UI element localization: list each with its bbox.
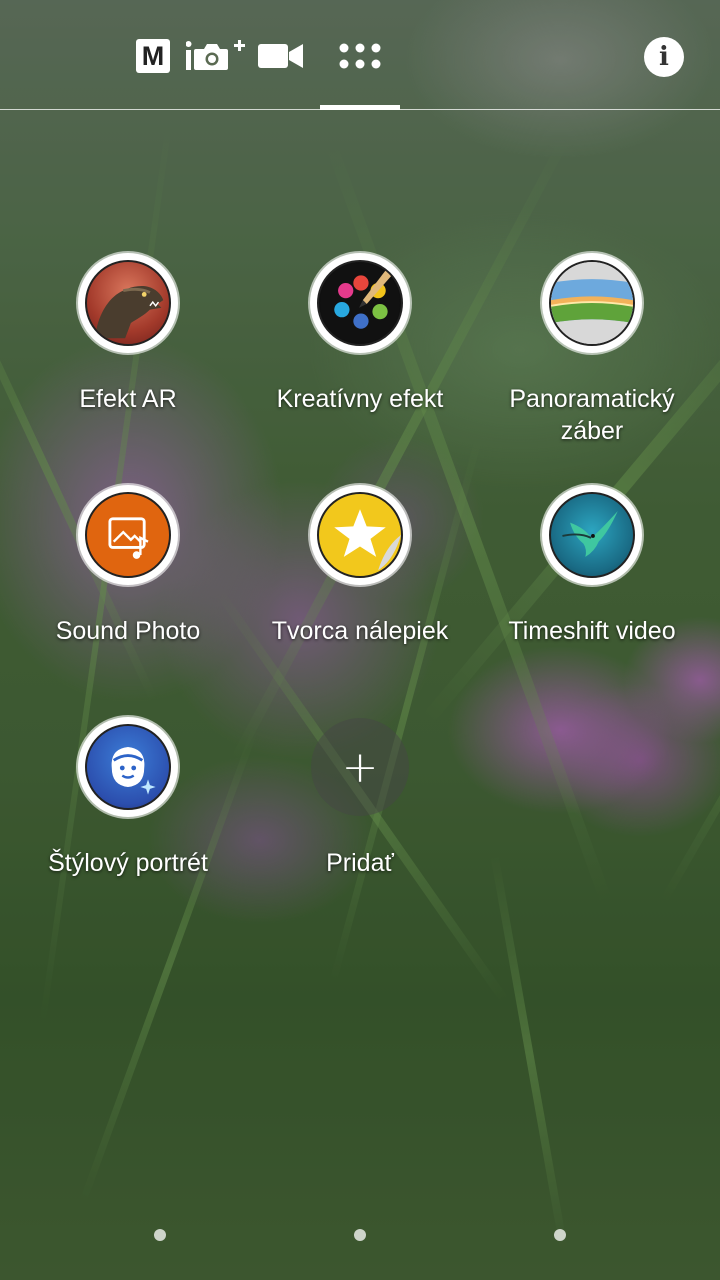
app-icon-frame bbox=[310, 253, 410, 353]
app-label: Kreatívny efekt bbox=[276, 385, 444, 413]
dinosaur-icon bbox=[85, 260, 171, 346]
info-button[interactable]: i bbox=[644, 37, 684, 77]
manual-mode-label: M bbox=[136, 39, 170, 73]
palette-icon bbox=[317, 260, 403, 346]
app-label: Tvorca nálepiek bbox=[271, 617, 449, 645]
app-label: Sound Photo bbox=[55, 617, 201, 645]
app-icon-frame bbox=[542, 485, 642, 585]
app-icon-frame bbox=[78, 485, 178, 585]
camera-apps-tab[interactable] bbox=[334, 36, 386, 76]
app-label: Efekt AR bbox=[79, 385, 177, 413]
sound-photo-icon bbox=[85, 492, 171, 578]
info-icon: i bbox=[659, 42, 669, 72]
add-app-label: Pridať bbox=[326, 849, 394, 877]
intelligent-photo-mode-button[interactable] bbox=[186, 36, 248, 76]
sticker-star-icon bbox=[317, 492, 403, 578]
app-sound-photo[interactable]: Sound Photo bbox=[18, 485, 238, 647]
page-indicator-dot bbox=[554, 1229, 566, 1241]
apps-grid-icon bbox=[339, 43, 381, 69]
plus-icon: + bbox=[311, 718, 409, 816]
app-icon-frame bbox=[310, 485, 410, 585]
app-timeshift-video[interactable]: Timeshift video bbox=[482, 485, 702, 647]
panorama-icon bbox=[549, 260, 635, 346]
app-stylovy-portret[interactable]: Štýlový portrét bbox=[18, 717, 238, 879]
camera-plus-icon bbox=[186, 40, 245, 70]
camera-mode-bar: M i bbox=[0, 0, 720, 110]
page-indicator-dot bbox=[354, 1229, 366, 1241]
app-icon-frame bbox=[78, 717, 178, 817]
app-icon-frame bbox=[542, 253, 642, 353]
style-portrait-icon bbox=[85, 724, 171, 810]
topbar-divider bbox=[0, 109, 720, 110]
app-panoramaticky-zaber[interactable]: Panoramatický záber bbox=[482, 253, 702, 447]
add-app-button[interactable]: + Pridať bbox=[250, 718, 470, 879]
hummingbird-icon bbox=[549, 492, 635, 578]
page-indicator-dot bbox=[154, 1229, 166, 1241]
app-label: Štýlový portrét bbox=[48, 849, 208, 877]
app-tvorca-nalepiek[interactable]: Tvorca nálepiek bbox=[250, 485, 470, 647]
app-efekt-ar[interactable]: Efekt AR bbox=[18, 253, 238, 415]
video-camera-icon bbox=[258, 44, 303, 68]
app-label: Panoramatický záber bbox=[509, 385, 675, 445]
app-kreativny-efekt[interactable]: Kreatívny efekt bbox=[250, 253, 470, 415]
manual-mode-button[interactable]: M bbox=[134, 36, 172, 76]
app-label: Timeshift video bbox=[508, 617, 676, 645]
app-icon-frame bbox=[78, 253, 178, 353]
video-mode-button[interactable] bbox=[258, 36, 304, 76]
